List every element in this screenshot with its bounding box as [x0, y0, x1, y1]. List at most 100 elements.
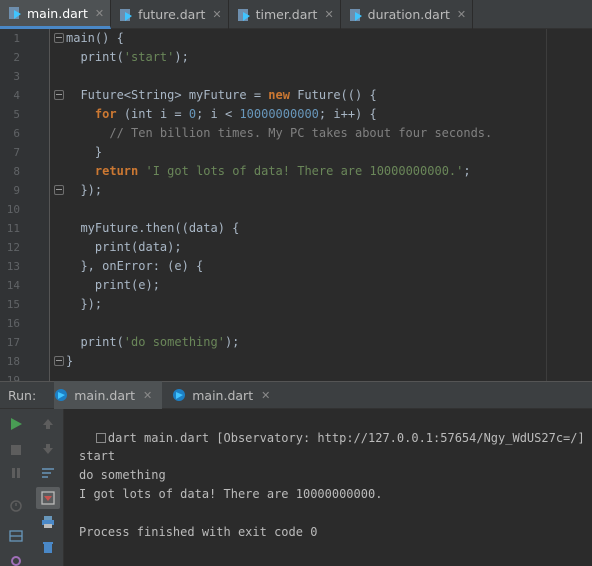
line-number: 14	[6, 279, 20, 292]
line-number-gutter: 1 2 3 4 5 6 7 8 9 10 11 12 13 14 15 16 17 18 19	[0, 29, 50, 381]
run-label: Run:	[8, 387, 37, 403]
dump-threads-button[interactable]	[6, 495, 26, 515]
code-line: }	[66, 352, 73, 371]
code-line: print('do something');	[66, 333, 239, 352]
code-editor[interactable]: 1 2 3 4 5 6 7 8 9 10 11 12 13 14 15 16 17 18 19 main() { p…	[0, 29, 592, 381]
code-line: }	[66, 143, 102, 162]
code-line: }, onError: (e) {	[66, 257, 203, 276]
code-line: main() {	[66, 29, 124, 48]
print-button[interactable]	[38, 512, 58, 532]
code-token: main() {	[66, 31, 124, 45]
line-number: 11	[6, 222, 20, 235]
fold-marker-icon[interactable]	[54, 33, 64, 43]
console-line: do something	[79, 468, 166, 482]
scroll-up-button[interactable]	[38, 414, 58, 434]
run-tool-window-header: Run: main.dart ✕ main.dart ✕	[0, 381, 592, 409]
tab-timer-dart[interactable]: timer.dart ✕	[229, 0, 341, 29]
line-number: 10	[6, 203, 20, 216]
play-icon	[11, 418, 22, 430]
code-token: ; i++) {	[318, 107, 377, 121]
dart-file-icon	[173, 389, 186, 401]
close-icon[interactable]: ✕	[324, 8, 333, 21]
code-line: myFuture.then((data) {	[66, 219, 239, 238]
close-icon[interactable]: ✕	[143, 389, 152, 402]
dart-file-icon	[349, 8, 362, 21]
close-icon[interactable]: ✕	[457, 8, 466, 21]
layout-icon	[9, 530, 23, 542]
close-icon[interactable]: ✕	[261, 389, 270, 402]
code-token: myFuture.then((data) {	[66, 221, 240, 235]
code-line: return 'I got lots of data! There are 10…	[66, 162, 471, 181]
console-command-line: dart main.dart [Observatory: http://127.…	[67, 410, 585, 445]
expand-icon[interactable]	[95, 433, 106, 443]
line-number: 6	[13, 127, 20, 140]
scroll-to-end-button[interactable]	[36, 487, 60, 509]
fold-marker-icon[interactable]	[54, 356, 64, 366]
code-token: );	[174, 50, 189, 64]
tab-label: timer.dart	[255, 7, 318, 22]
arrow-down-icon	[43, 444, 53, 454]
close-icon[interactable]: ✕	[212, 8, 221, 21]
line-number: 16	[6, 317, 20, 330]
scroll-to-end-icon	[41, 491, 55, 505]
dart-file-icon	[120, 8, 133, 21]
code-line: print('start');	[66, 48, 189, 67]
console-line: start	[79, 449, 116, 463]
code-line: print(data);	[66, 238, 182, 257]
dart-file-icon	[55, 389, 68, 401]
run-tab-main-dart-2[interactable]: main.dart ✕	[172, 381, 280, 409]
code-line: Future<String> myFuture = new Future(() …	[66, 86, 377, 105]
line-number: 4	[13, 89, 20, 102]
line-number: 19	[6, 374, 20, 381]
clear-all-button[interactable]	[38, 537, 58, 557]
right-margin-guide	[546, 29, 547, 381]
run-toolbar-secondary	[32, 409, 64, 566]
line-number: 12	[6, 241, 20, 254]
run-tab-label: main.dart	[74, 387, 136, 403]
stop-button[interactable]	[6, 440, 26, 460]
code-token: ; i <	[196, 107, 240, 121]
line-number: 1	[13, 32, 20, 45]
console-line: Process finished with exit code 0	[79, 525, 318, 539]
line-number: 3	[13, 70, 20, 83]
code-token: Future(() {	[289, 88, 377, 102]
fold-marker-icon[interactable]	[54, 90, 64, 100]
code-token: );	[224, 335, 240, 349]
line-number: 2	[13, 51, 20, 64]
tab-label: future.dart	[138, 7, 206, 22]
stop-icon	[11, 445, 21, 455]
soft-wrap-button[interactable]	[38, 463, 58, 483]
code-token: 'start'	[123, 50, 175, 64]
run-tab-main-dart-1[interactable]: main.dart ✕	[54, 381, 163, 409]
code-token: print(e);	[66, 278, 160, 292]
run-tab-label: main.dart	[192, 387, 254, 403]
tab-future-dart[interactable]: future.dart ✕	[111, 0, 229, 29]
code-token: for	[94, 107, 117, 121]
code-token: (int i =	[116, 107, 189, 121]
editor-tab-bar: main.dart ✕ future.dart ✕ timer.dart ✕ d…	[0, 0, 592, 29]
code-token: Future<String> myFuture =	[66, 88, 269, 102]
rerun-button[interactable]	[6, 414, 26, 434]
soft-wrap-icon	[42, 468, 54, 478]
code-token: print(	[66, 335, 124, 349]
code-line: print(e);	[66, 276, 160, 295]
fold-marker-icon[interactable]	[54, 185, 64, 195]
tab-main-dart[interactable]: main.dart ✕	[0, 0, 112, 29]
code-token: 'I got lots of data! There are 100000000…	[145, 164, 464, 178]
scroll-down-button[interactable]	[38, 439, 58, 459]
line-number: 13	[6, 260, 20, 273]
dart-file-icon	[237, 8, 250, 21]
settings-button[interactable]	[6, 551, 26, 566]
code-token: return	[94, 164, 139, 178]
pause-button[interactable]	[6, 463, 26, 483]
timer-icon	[10, 500, 22, 512]
tab-duration-dart[interactable]: duration.dart ✕	[341, 0, 474, 29]
close-icon[interactable]: ✕	[95, 7, 104, 20]
code-token: 10000000000	[239, 107, 319, 121]
printer-icon	[42, 516, 54, 528]
console-command: dart main.dart [Observatory: http://127.…	[107, 431, 585, 445]
code-token: }	[66, 145, 103, 159]
layout-button[interactable]	[6, 526, 26, 546]
